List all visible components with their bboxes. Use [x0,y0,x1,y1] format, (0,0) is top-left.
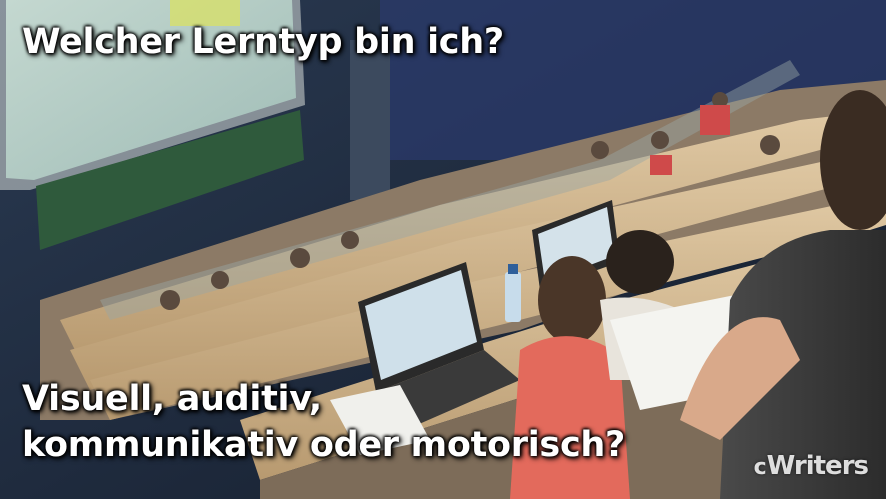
logo-c-icon: c [753,455,767,480]
headline-learning-types: Visuell, auditiv, kommunikativ oder moto… [22,376,625,468]
headline-line-1: Visuell, auditiv, [22,379,322,419]
headline-line-2: kommunikativ oder motorisch? [22,425,626,465]
photo-banner: Welcher Lerntyp bin ich? Visuell, auditi… [0,0,886,499]
logo-text: Writers [766,451,869,481]
brand-logo: cWriters [753,451,869,481]
headline-question: Welcher Lerntyp bin ich? [22,22,504,62]
